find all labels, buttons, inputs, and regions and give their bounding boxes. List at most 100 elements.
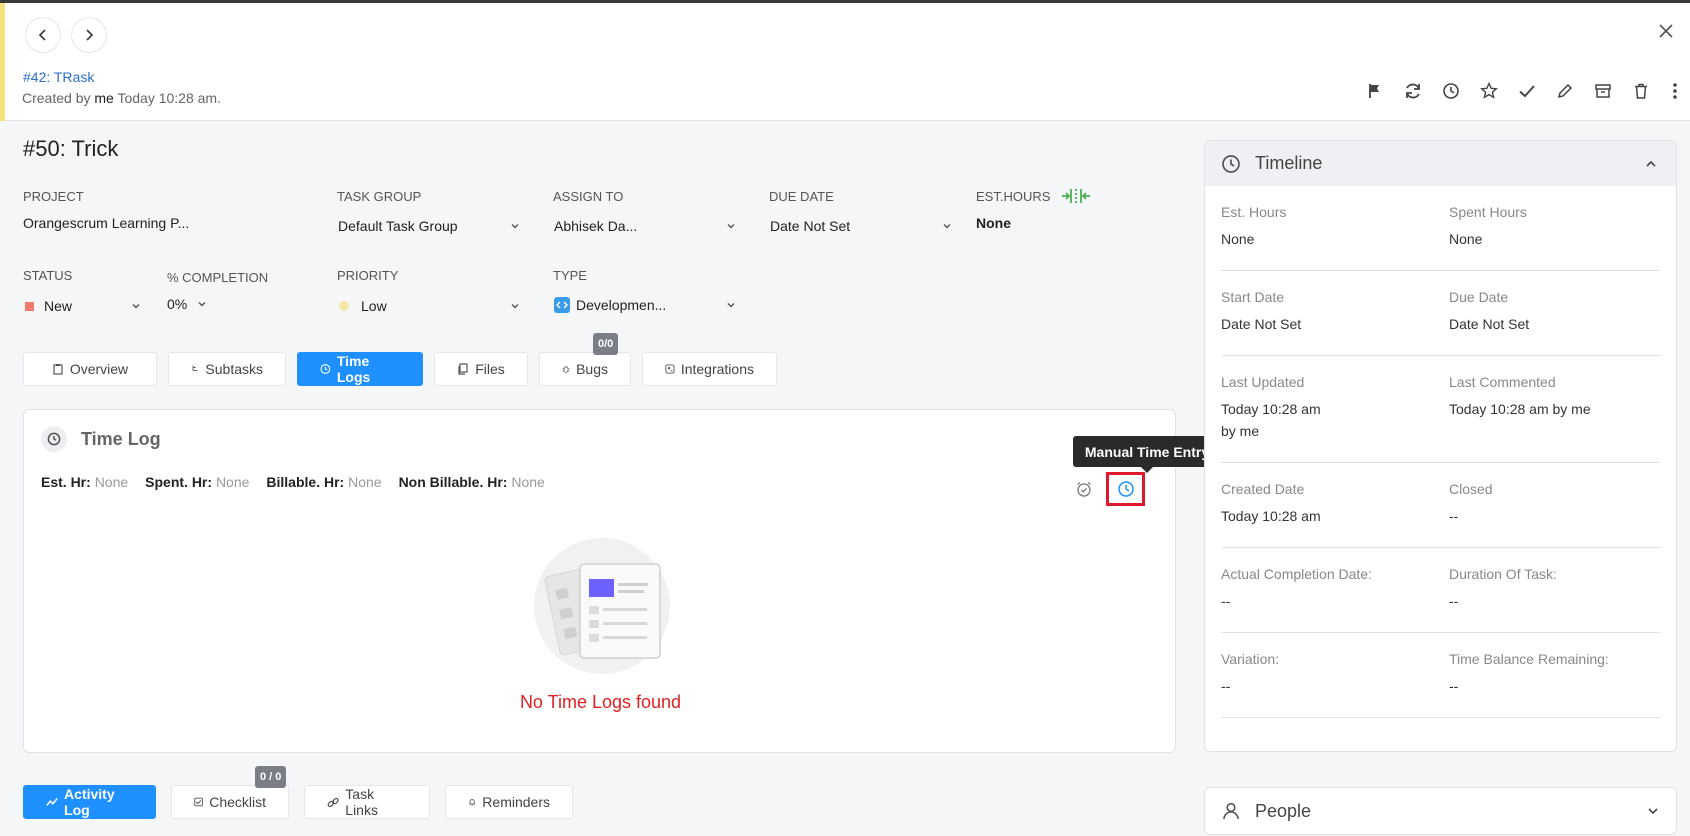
priority-dot — [339, 301, 349, 311]
user-icon — [1223, 802, 1239, 820]
timeline-row: Actual Completion Date: -- Duration Of T… — [1221, 548, 1660, 633]
timeline-row: Est. Hours None Spent Hours None — [1221, 186, 1660, 271]
tab-activity-log[interactable]: Activity Log — [23, 785, 156, 819]
chevron-left-icon — [38, 29, 46, 41]
tab-integrations[interactable]: Integrations — [642, 352, 777, 386]
tab-checklist[interactable]: Checklist — [171, 785, 289, 819]
timeline-row: Last Updated Today 10:28 am by me Last C… — [1221, 356, 1660, 463]
timeline-row: Variation: -- Time Balance Remaining: -- — [1221, 633, 1660, 718]
activity-icon — [46, 798, 58, 806]
tab-reminders[interactable]: Reminders — [445, 785, 573, 819]
time-log-actions — [1074, 472, 1145, 506]
priority-dropdown[interactable]: Low — [339, 298, 520, 314]
star-icon — [1480, 82, 1498, 99]
activity-tabs: Activity Log Checklist Task Links Remind… — [23, 785, 573, 819]
complete-button[interactable] — [1508, 77, 1546, 105]
time-log-clock-icon — [41, 426, 67, 452]
empty-state-message: No Time Logs found — [519, 692, 682, 712]
task-group-dropdown[interactable]: Default Task Group — [338, 218, 520, 234]
alarm-clock-icon — [1077, 481, 1091, 497]
delete-button[interactable] — [1622, 77, 1660, 105]
clock-icon — [1222, 154, 1240, 173]
assign-to-dropdown[interactable]: Abhisek Da... — [554, 218, 736, 234]
check-icon — [1519, 85, 1535, 98]
chevron-down-icon — [198, 302, 206, 307]
timeline-row: Start Date Date Not Set Due Date Date No… — [1221, 271, 1660, 356]
people-title: People — [1255, 800, 1312, 821]
next-task-button[interactable] — [71, 17, 107, 53]
timeline-header[interactable]: Timeline — [1205, 141, 1676, 186]
created-info: Created by me Today 10:28 am. — [22, 90, 221, 106]
start-timer-button[interactable] — [1074, 479, 1094, 499]
spent-hr-value: None — [215, 474, 250, 490]
link-icon — [327, 797, 339, 807]
tab-time-logs[interactable]: Time Logs — [297, 352, 423, 386]
due-date-dropdown[interactable]: Date Not Set — [770, 218, 952, 234]
bugs-count-badge: 0/0 — [593, 333, 619, 355]
time-log-header: Time Log — [41, 426, 161, 452]
due-date-label: DUE DATE — [769, 189, 834, 204]
clipboard-icon — [53, 364, 63, 375]
status-label: STATUS — [23, 268, 73, 283]
completion-dropdown[interactable]: 0% — [167, 296, 207, 312]
project-value[interactable]: Orangescrum Learning P... — [23, 215, 189, 231]
type-dropdown[interactable]: Developmen... — [554, 297, 736, 313]
manual-time-entry-tooltip: Manual Time Entry — [1073, 436, 1221, 473]
people-panel-header[interactable]: People — [1204, 787, 1677, 835]
prev-task-button[interactable] — [25, 17, 61, 53]
close-icon[interactable] — [1656, 21, 1676, 41]
time-log-summary: Est. Hr: None Spent. Hr: None Billable. … — [41, 474, 545, 490]
task-header: #42: TRask Created by me Today 10:28 am. — [5, 3, 1690, 121]
subtask-icon — [192, 365, 198, 371]
chevron-right-icon — [86, 29, 94, 41]
time-log-panel: Time Log Est. Hr: None Spent. Hr: None B… — [23, 409, 1176, 753]
task-group-label: TASK GROUP — [337, 189, 422, 204]
type-label: TYPE — [553, 268, 587, 283]
task-tabs: Overview Subtasks Time Logs Files Bugs I… — [23, 352, 777, 386]
archive-icon — [1595, 84, 1611, 98]
checkbox-icon — [194, 797, 203, 807]
clock-icon — [320, 364, 331, 374]
tab-bugs[interactable]: Bugs — [539, 352, 631, 386]
task-title: #50: Trick — [23, 136, 119, 161]
tab-files[interactable]: Files — [434, 352, 528, 386]
creator-name: me — [94, 90, 114, 106]
timeline-row: Created Date Today 10:28 am Closed -- — [1221, 463, 1660, 548]
completion-label: % COMPLETION — [167, 270, 269, 285]
timeline-title: Timeline — [1255, 153, 1323, 173]
clock-icon — [1443, 83, 1459, 99]
split-hours-icon[interactable] — [1060, 186, 1092, 206]
parent-task-link[interactable]: #42: TRask — [23, 69, 94, 85]
manual-time-entry-button[interactable] — [1106, 472, 1145, 506]
recurring-button[interactable] — [1394, 77, 1432, 105]
chevron-down-icon — [511, 304, 519, 309]
est-hours-value[interactable]: None — [976, 215, 1011, 231]
tab-overview[interactable]: Overview — [23, 352, 157, 386]
est-hr-value: None — [94, 474, 129, 490]
more-vertical-icon — [1673, 83, 1677, 99]
chevron-down-icon — [727, 224, 735, 229]
billable-hr-value: None — [348, 474, 382, 490]
task-toolbar — [1356, 77, 1690, 105]
flag-button[interactable] — [1356, 77, 1394, 105]
edit-button[interactable] — [1546, 77, 1584, 105]
chevron-down-icon — [511, 224, 519, 229]
tab-subtasks[interactable]: Subtasks — [168, 352, 286, 386]
files-icon — [458, 363, 468, 375]
priority-label: PRIORITY — [337, 268, 399, 283]
chevron-down-icon — [727, 303, 735, 308]
favorite-button[interactable] — [1470, 77, 1508, 105]
time-button[interactable] — [1432, 77, 1470, 105]
status-color-swatch — [25, 301, 34, 311]
chevron-down-icon[interactable] — [1646, 804, 1660, 818]
status-dropdown[interactable]: New — [25, 298, 141, 314]
chevron-down-icon — [943, 224, 951, 229]
tab-task-links[interactable]: Task Links — [304, 785, 430, 819]
more-button[interactable] — [1660, 77, 1690, 105]
chevron-up-icon[interactable] — [1644, 157, 1658, 171]
chevron-down-icon — [132, 304, 140, 309]
archive-button[interactable] — [1584, 77, 1622, 105]
pencil-icon — [1557, 83, 1573, 99]
code-icon — [554, 297, 570, 313]
trash-icon — [1635, 83, 1647, 99]
